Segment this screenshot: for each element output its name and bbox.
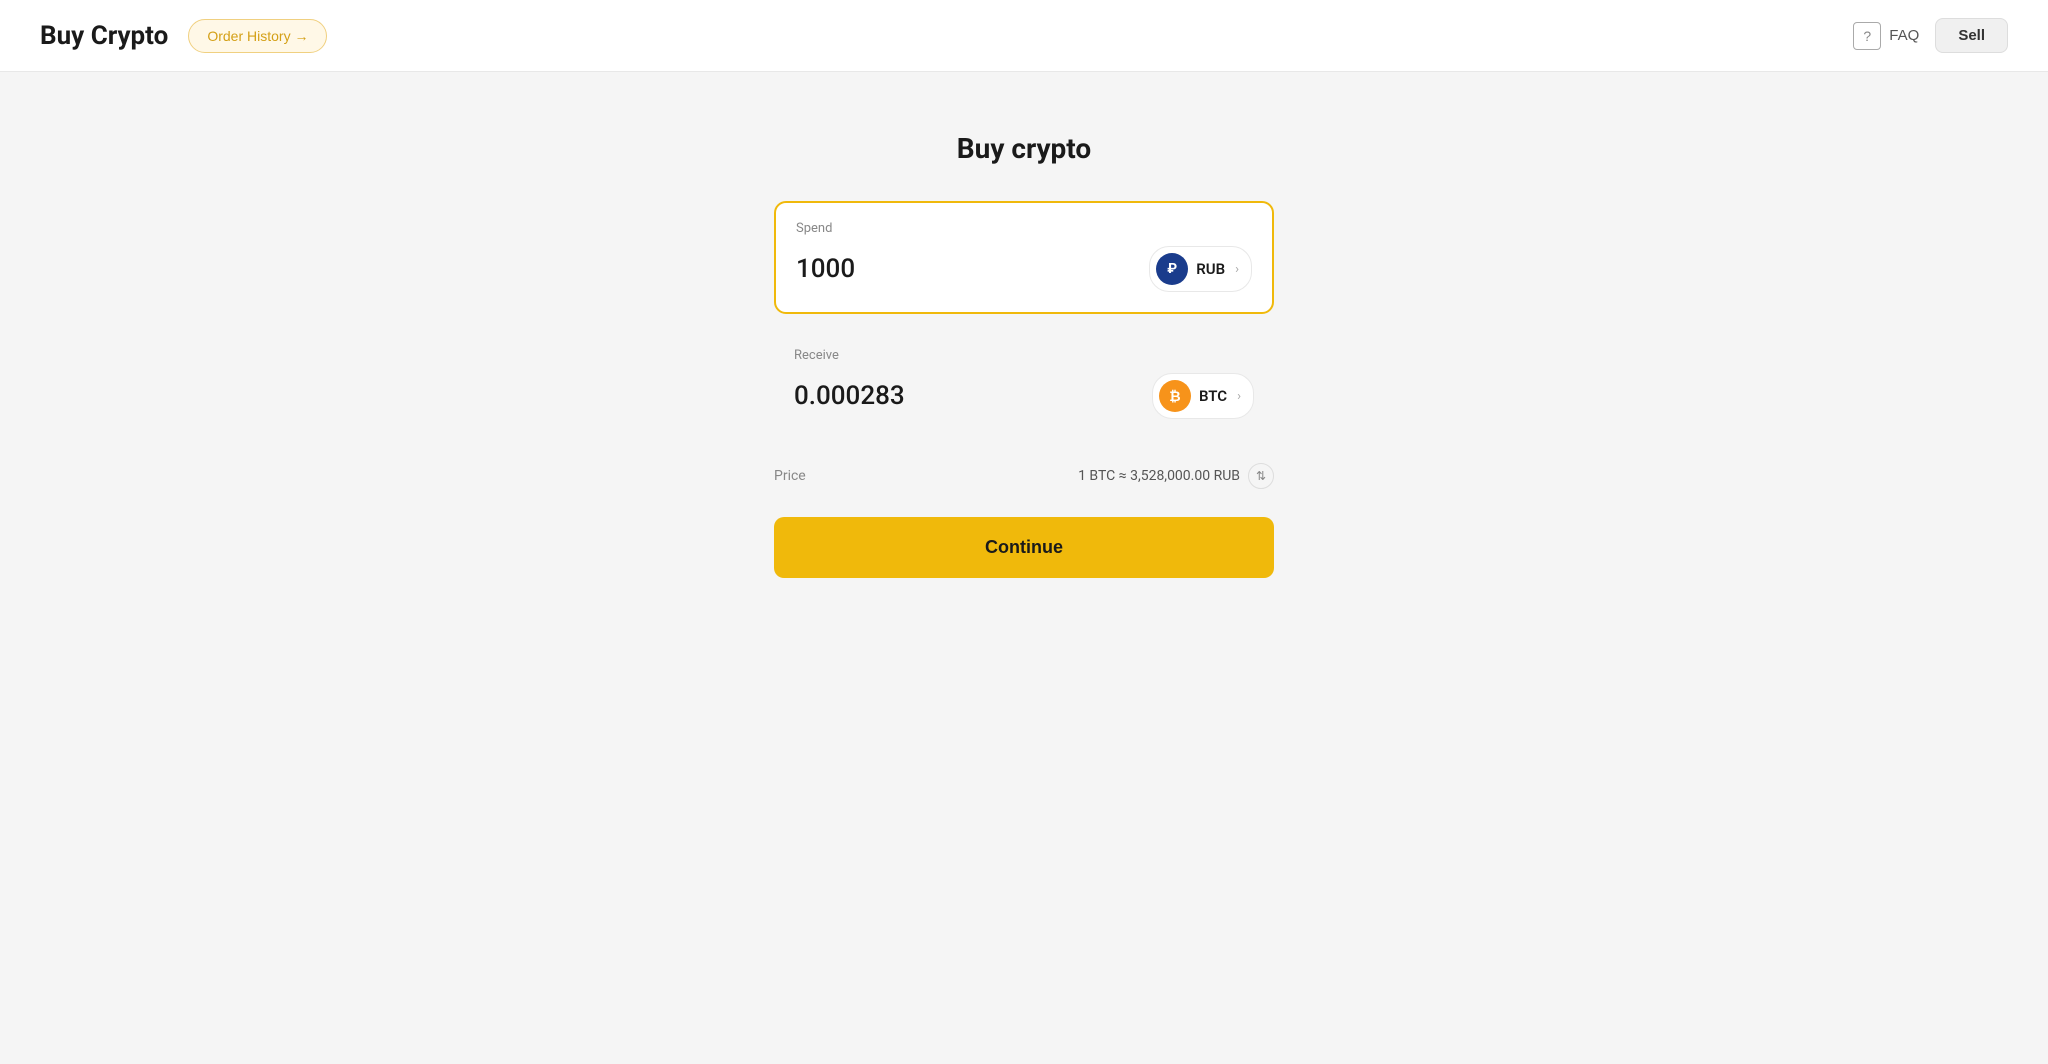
swap-icon[interactable]: ⇅ bbox=[1248, 463, 1274, 489]
faq-button[interactable]: ? FAQ bbox=[1853, 22, 1919, 50]
price-label: Price bbox=[774, 468, 806, 484]
receive-box: Receive 0.000283 ₿ BTC › bbox=[774, 330, 1274, 439]
receive-currency-selector[interactable]: ₿ BTC › bbox=[1152, 373, 1254, 419]
order-history-button[interactable]: Order History → bbox=[188, 19, 327, 53]
spend-label: Spend bbox=[796, 221, 1252, 236]
receive-amount: 0.000283 bbox=[794, 381, 905, 411]
faq-icon: ? bbox=[1853, 22, 1881, 50]
continue-button[interactable]: Continue bbox=[774, 517, 1274, 578]
receive-chevron-icon: › bbox=[1237, 389, 1241, 404]
spend-currency-name: RUB bbox=[1196, 260, 1225, 278]
receive-label: Receive bbox=[794, 348, 1254, 363]
spend-row: 1000 ₽ RUB › bbox=[796, 246, 1252, 292]
receive-currency-name: BTC bbox=[1199, 387, 1227, 405]
btc-icon: ₿ bbox=[1159, 380, 1191, 412]
price-row: Price 1 BTC ≈ 3,528,000.00 RUB ⇅ bbox=[774, 459, 1274, 493]
form-container: Spend 1000 ₽ RUB › Receive 0.000283 ₿ bbox=[774, 201, 1274, 578]
page-heading: Buy Crypto bbox=[40, 21, 168, 51]
header: Buy Crypto Order History → ? FAQ Sell bbox=[0, 0, 2048, 72]
price-value-container: 1 BTC ≈ 3,528,000.00 RUB ⇅ bbox=[1078, 463, 1274, 489]
rub-symbol: ₽ bbox=[1167, 261, 1177, 277]
header-right: ? FAQ Sell bbox=[1853, 18, 2008, 53]
page-title: Buy crypto bbox=[957, 132, 1091, 165]
header-left: Buy Crypto Order History → bbox=[40, 19, 327, 53]
faq-label: FAQ bbox=[1889, 27, 1919, 44]
receive-row: 0.000283 ₿ BTC › bbox=[794, 373, 1254, 419]
btc-symbol: ₿ bbox=[1169, 388, 1180, 405]
spend-currency-selector[interactable]: ₽ RUB › bbox=[1149, 246, 1252, 292]
sell-button[interactable]: Sell bbox=[1935, 18, 2008, 53]
main-content: Buy crypto Spend 1000 ₽ RUB › Receive 0.… bbox=[0, 72, 2048, 618]
spend-box: Spend 1000 ₽ RUB › bbox=[774, 201, 1274, 314]
price-value: 1 BTC ≈ 3,528,000.00 RUB bbox=[1078, 468, 1240, 484]
spend-chevron-icon: › bbox=[1235, 262, 1239, 277]
rub-icon: ₽ bbox=[1156, 253, 1188, 285]
spend-amount: 1000 bbox=[796, 254, 855, 284]
